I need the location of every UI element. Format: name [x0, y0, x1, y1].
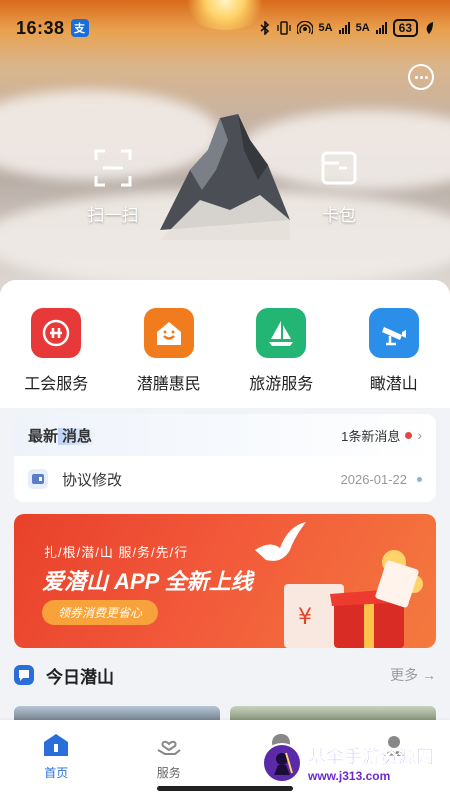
news-title-highlight: 消息	[58, 427, 97, 445]
home-icon	[44, 734, 69, 756]
news-item-date: 2026-01-22	[340, 471, 408, 487]
banner-subtitle: 扎/根/潜/山 服/务/先/行	[44, 545, 189, 560]
vibrate-icon	[276, 21, 291, 35]
news-count-text: 1条新消息	[341, 428, 401, 444]
wallet-label: 卡包	[322, 206, 356, 225]
banner-pill: 领券消费更省心	[42, 600, 159, 625]
document-icon	[28, 469, 48, 489]
quick-services: 工会服务 潜膳惠民 旅游服务 瞰潜山	[0, 280, 450, 408]
svg-text:¥: ¥	[298, 605, 312, 630]
network-type-2: 5A	[355, 22, 370, 34]
news-item[interactable]: 协议修改 2026-01-22	[14, 456, 436, 502]
watermark-logo	[262, 743, 302, 783]
more-link[interactable]: 更多 →	[390, 665, 436, 685]
gift-box-illustration: ¥	[284, 550, 423, 648]
news-title: 最新 消息	[28, 425, 97, 446]
network-type-1: 5A	[318, 22, 333, 34]
promo-banner[interactable]: ¥ 扎/根/潜/山 服/务/先/行 爱潜山 APP 全新上线 领券消费更省心	[14, 514, 436, 648]
news-item-title: 协议修改	[62, 471, 123, 489]
union-icon	[31, 308, 82, 358]
quick-item-label: 旅游服务	[249, 376, 314, 393]
sailboat-icon	[256, 308, 307, 358]
quick-item-food[interactable]: 潜膳惠民	[113, 280, 226, 408]
signal-icon	[375, 22, 387, 34]
clock: 16:38	[16, 17, 65, 38]
home-indicator[interactable]	[157, 786, 293, 791]
hand-heart-icon	[157, 740, 181, 755]
tab-home[interactable]: 首页	[0, 720, 113, 800]
camera-icon	[368, 308, 419, 358]
watermark-line2: www.j313.com	[308, 769, 391, 783]
quick-item-view[interactable]: 瞰潜山	[338, 280, 450, 408]
banner-headline: 爱潜山 APP 全新上线	[42, 569, 253, 594]
status-bar: 16:38 支 5A 5A 63	[0, 0, 450, 56]
bluetooth-icon	[259, 21, 269, 35]
battery-indicator: 63	[392, 19, 418, 37]
hero-banner: 16:38 支 5A 5A 63 扫一扫 卡包	[0, 0, 450, 300]
quick-item-label: 工会服务	[24, 376, 89, 393]
message-icon[interactable]	[408, 64, 434, 90]
mountain-peak	[160, 114, 290, 240]
unread-dot	[405, 431, 413, 439]
hotspot-icon	[296, 21, 313, 35]
tab-label: 首页	[44, 766, 69, 780]
wallet-icon	[321, 151, 357, 185]
alipay-notification-icon: 支	[70, 19, 89, 37]
today-title: 今日潜山	[46, 667, 114, 687]
quick-item-travel[interactable]: 旅游服务	[225, 280, 338, 408]
house-smile-icon	[143, 308, 194, 358]
news-header: 最新 消息 1条新消息 ›	[14, 414, 436, 456]
news-title-prefix: 最新	[28, 427, 59, 445]
signal-icon	[338, 22, 350, 34]
scan-button[interactable]: 扫一扫	[68, 148, 158, 226]
news-count[interactable]: 1条新消息 ›	[341, 426, 422, 445]
quick-item-union[interactable]: 工会服务	[0, 280, 113, 408]
chat-bubble-icon	[14, 665, 34, 685]
scan-label: 扫一扫	[87, 206, 139, 225]
item-dot	[417, 476, 422, 482]
scan-icon	[94, 149, 132, 187]
wallet-button[interactable]: 卡包	[294, 148, 384, 226]
quick-item-label: 瞰潜山	[369, 376, 418, 393]
leaf-icon	[426, 22, 433, 34]
tab-label: 服务	[156, 766, 181, 780]
today-section-header: 今日潜山 更多 →	[14, 660, 436, 690]
news-card[interactable]: 最新 消息 1条新消息 › 协议修改 2026-01-22	[14, 414, 436, 502]
quick-item-label: 潜膳惠民	[136, 376, 201, 393]
chevron-right-icon: ›	[417, 427, 422, 443]
watermark-line1: 基伞手游资源网	[308, 747, 435, 768]
